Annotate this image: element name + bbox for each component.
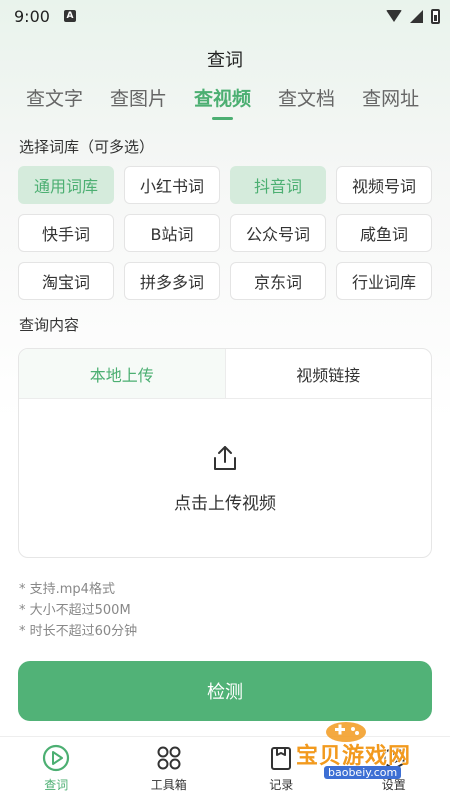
upload-notes: * 支持.mp4格式 * 大小不超过500M * 时长不超过60分钟: [19, 578, 450, 641]
library-chip-pinduoduo[interactable]: 拼多多词: [124, 262, 220, 300]
note-format: * 支持.mp4格式: [19, 582, 115, 597]
nav-item-record[interactable]: 记录: [225, 737, 338, 800]
note-duration: * 时长不超过60分钟: [19, 624, 138, 639]
battery-icon: [431, 8, 440, 24]
upload-area[interactable]: 点击上传视频: [19, 399, 431, 557]
nav-label-toolbox: 工具箱: [150, 778, 187, 792]
settings-icon: [383, 746, 405, 770]
record-icon: [271, 747, 292, 770]
nav-item-search[interactable]: 查词: [0, 737, 113, 800]
search-word-icon: [43, 744, 70, 772]
tab-video-link[interactable]: 视频链接: [224, 349, 432, 398]
upload-text: 点击上传视频: [174, 493, 276, 514]
tab-local-upload[interactable]: 本地上传: [19, 349, 225, 398]
query-type-tabs: 查文字 查图片 查视频 查文档 查网址: [0, 84, 450, 124]
grid-icon: [157, 746, 181, 770]
signal-icon: [410, 9, 423, 23]
nav-item-toolbox[interactable]: 工具箱: [113, 737, 226, 800]
tab-video[interactable]: 查视频: [194, 84, 251, 120]
wifi-icon: [386, 10, 402, 22]
detect-button[interactable]: 检测: [18, 661, 432, 721]
status-time: 9:00: [14, 6, 50, 26]
library-chip-xiaohongshu[interactable]: 小红书词: [124, 166, 220, 204]
status-bar: 9:00 A: [0, 0, 450, 32]
library-chip-xianyu[interactable]: 咸鱼词: [336, 214, 432, 252]
library-chip-kuaishou[interactable]: 快手词: [18, 214, 114, 252]
nav-item-settings[interactable]: 设置: [338, 737, 450, 800]
bottom-nav: 查词 工具箱 记录 设置: [0, 736, 450, 800]
library-chip-general[interactable]: 通用词库: [18, 166, 114, 204]
query-label: 查询内容: [19, 316, 80, 334]
library-chip-douyin[interactable]: 抖音词: [230, 166, 326, 204]
library-chip-shipinhao[interactable]: 视频号词: [336, 166, 432, 204]
nav-label-record: 记录: [269, 778, 294, 792]
nav-label-settings: 设置: [381, 778, 406, 792]
upload-tabs: 本地上传 视频链接: [19, 349, 431, 399]
nav-label-search: 查词: [44, 778, 69, 792]
upload-card: 本地上传 视频链接 点击上传视频: [18, 348, 432, 558]
notification-icon: A: [63, 10, 76, 22]
library-chip-taobao[interactable]: 淘宝词: [18, 262, 114, 300]
library-chip-wechat-official[interactable]: 公众号词: [230, 214, 326, 252]
library-grid: 通用词库 小红书词 抖音词 视频号词 快手词 B站词 公众号词 咸鱼词 淘宝词 …: [18, 166, 432, 300]
library-chip-bilibili[interactable]: B站词: [124, 214, 220, 252]
tab-url[interactable]: 查网址: [362, 84, 419, 120]
library-label: 选择词库（可多选）: [19, 138, 155, 156]
tab-document[interactable]: 查文档: [278, 84, 335, 120]
library-chip-industry[interactable]: 行业词库: [336, 262, 432, 300]
status-indicators: [386, 8, 440, 24]
tab-text[interactable]: 查文字: [26, 84, 83, 120]
page-title: 查词: [207, 50, 243, 71]
tab-image[interactable]: 查图片: [110, 84, 167, 120]
note-size: * 大小不超过500M: [19, 603, 131, 618]
library-chip-jd[interactable]: 京东词: [230, 262, 326, 300]
upload-icon: [214, 445, 236, 470]
